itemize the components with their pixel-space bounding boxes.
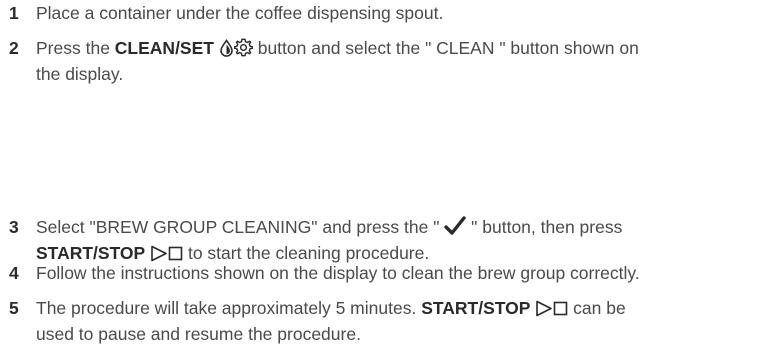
- step-text-line2: the display.: [36, 64, 124, 84]
- step-text-post: can be: [568, 298, 626, 318]
- step-text: Place a container under the coffee dispe…: [36, 3, 444, 23]
- start-stop-button-label: START/STOP: [421, 298, 531, 318]
- step-text-mid: button and select the " CLEAN " button s…: [252, 38, 639, 58]
- step-number: 1: [9, 3, 19, 23]
- instruction-step-2: 2 Press the CLEAN/SET button and select …: [0, 37, 775, 86]
- step-number: 3: [9, 217, 19, 237]
- step-text-line2-post: to start the cleaning procedure.: [183, 243, 430, 263]
- stop-icon: [553, 300, 568, 323]
- gear-icon: [233, 38, 254, 63]
- step-text-post: " button, then press: [466, 217, 623, 237]
- step-number: 4: [9, 263, 19, 283]
- instruction-step-4: 4 Follow the instructions shown on the d…: [0, 262, 775, 285]
- step-number: 5: [9, 298, 19, 318]
- instruction-step-3: 3 Select "BREW GROUP CLEANING" and press…: [0, 216, 775, 268]
- step-text-line2: used to pause and resume the procedure.: [36, 324, 361, 344]
- step-text-pre: Press the: [36, 38, 115, 58]
- start-stop-button-label: START/STOP: [36, 243, 146, 263]
- checkmark-icon: [444, 216, 467, 242]
- step-number: 2: [9, 38, 19, 58]
- step-text-pre: Select "BREW GROUP CLEANING" and press t…: [36, 217, 445, 237]
- instruction-step-1: 1 Place a container under the coffee dis…: [0, 2, 775, 25]
- step-text-pre: The procedure will take approximately 5 …: [36, 298, 422, 318]
- play-icon: [535, 300, 553, 323]
- clean-set-button-label: CLEAN/SET: [114, 38, 214, 58]
- water-drop-icon: [219, 39, 234, 63]
- instruction-step-5: 5 The procedure will take approximately …: [0, 297, 775, 346]
- step-text: Follow the instructions shown on the dis…: [36, 263, 640, 283]
